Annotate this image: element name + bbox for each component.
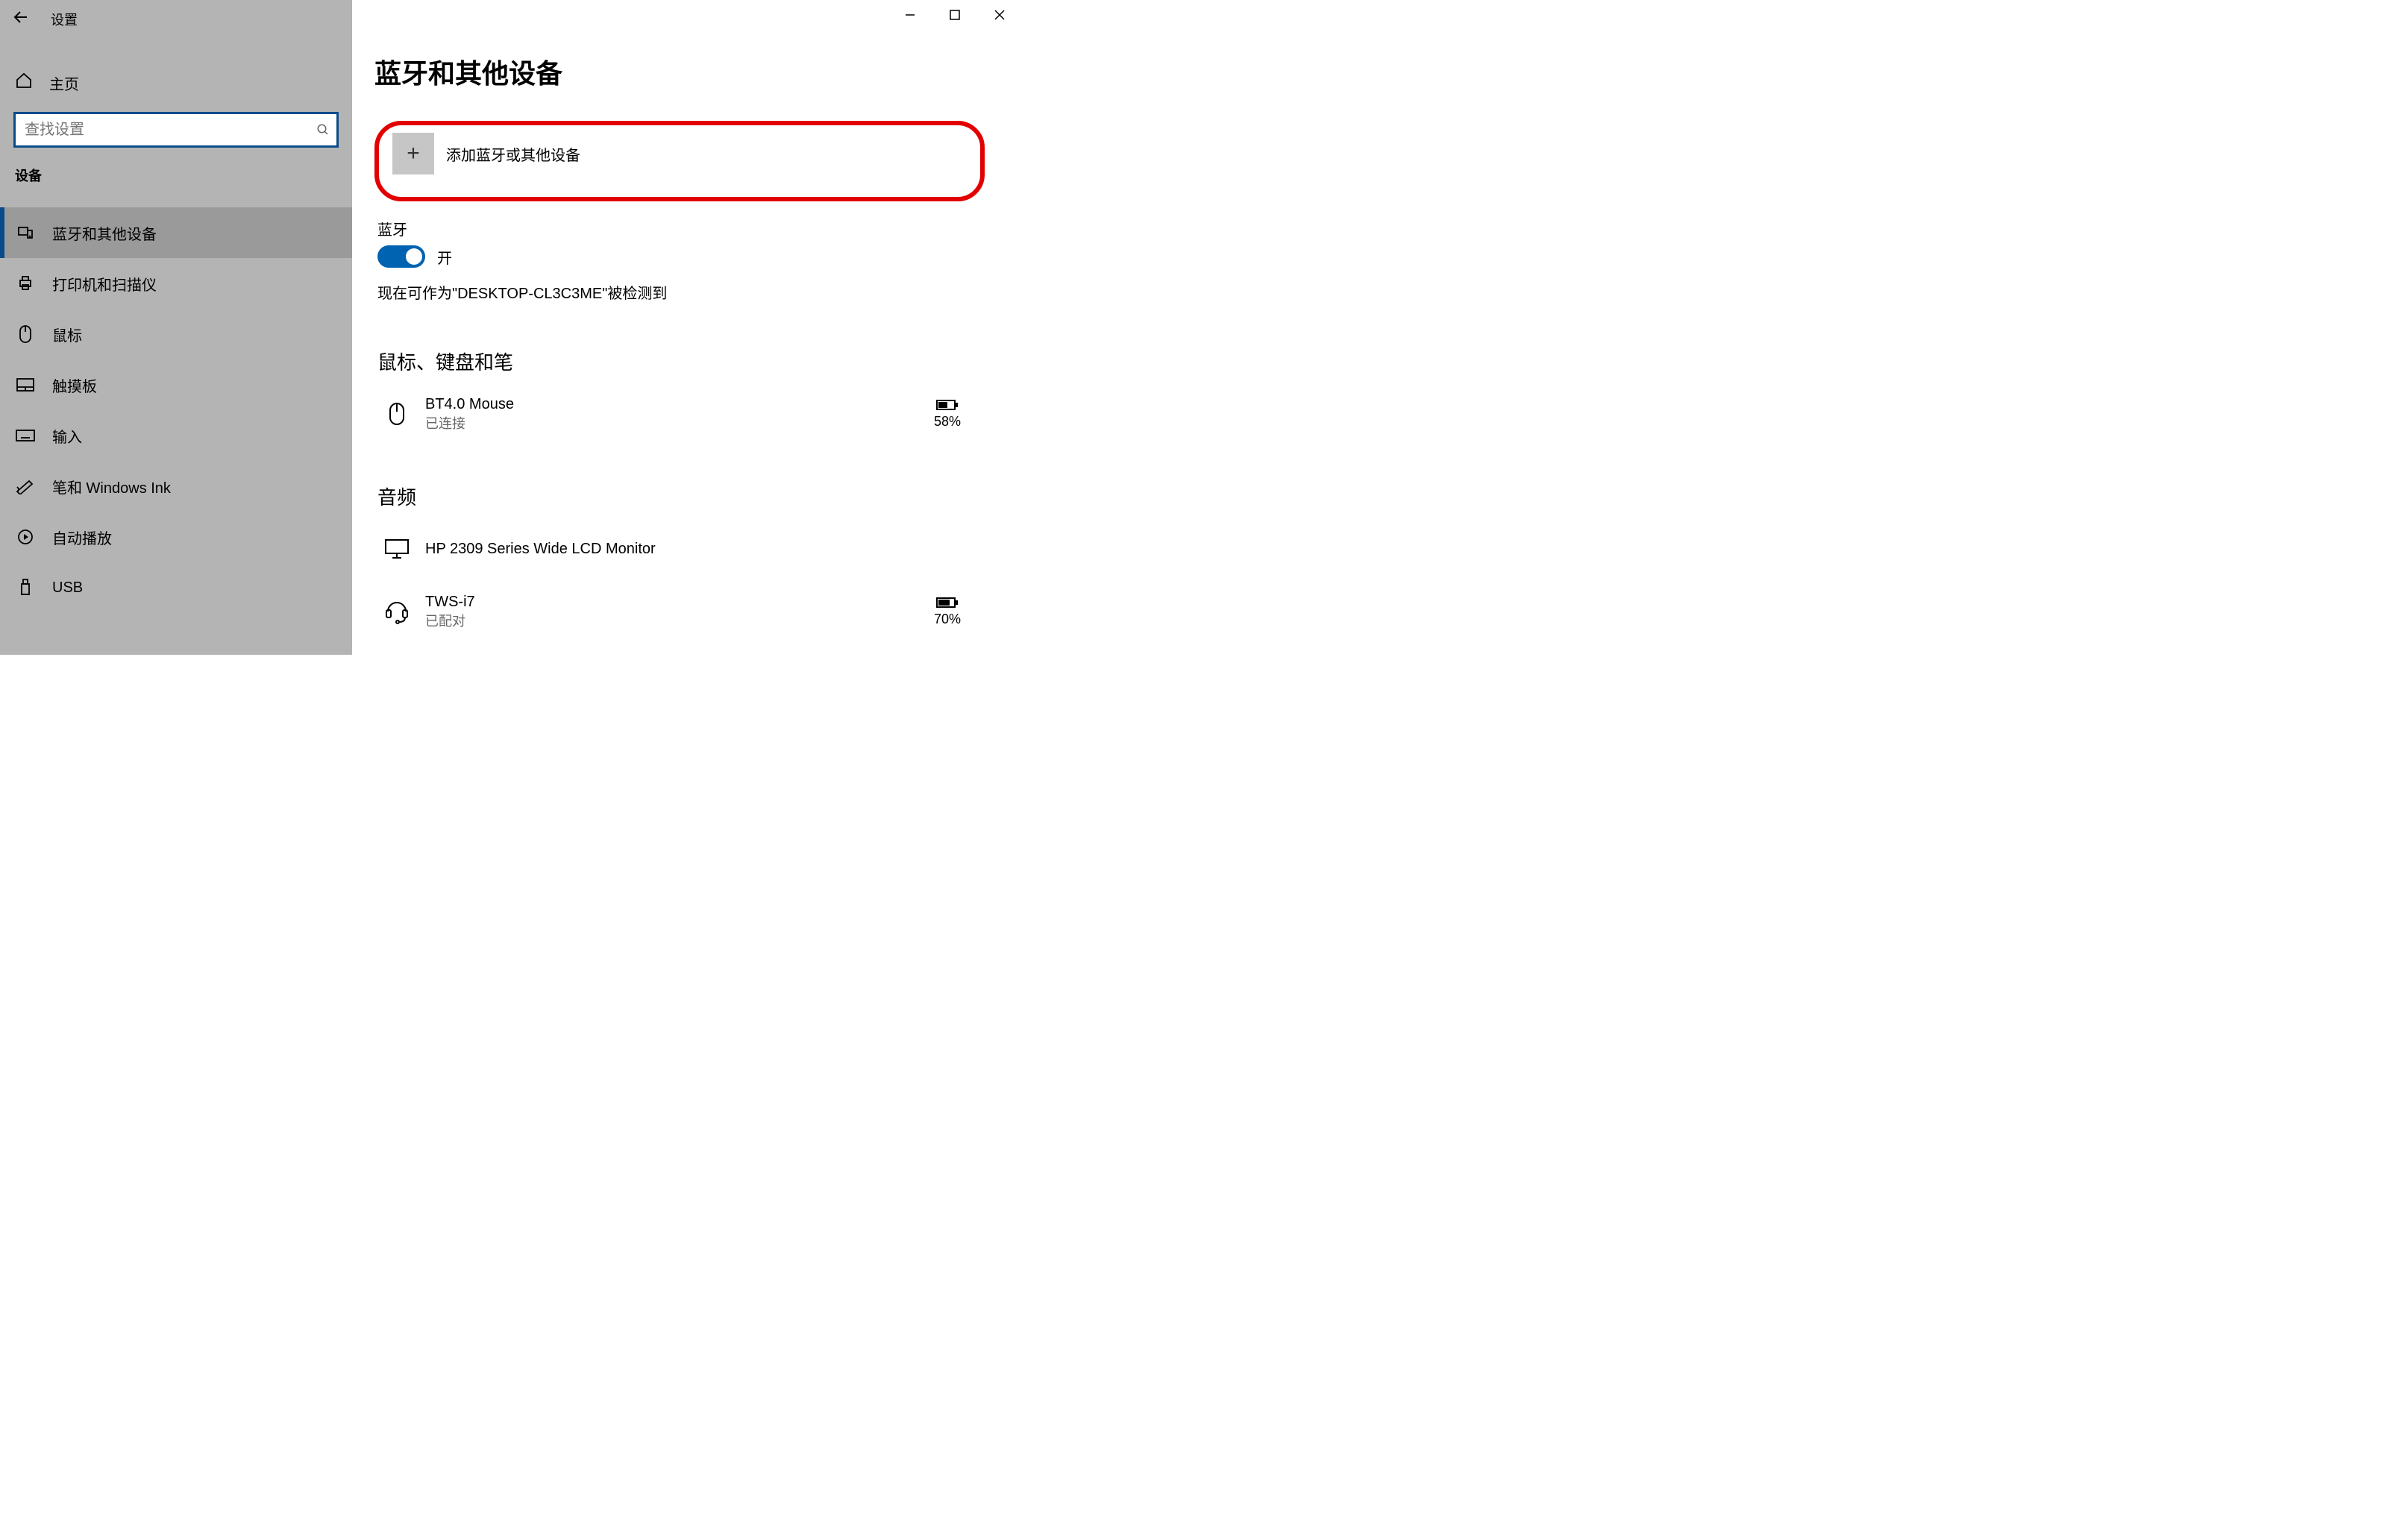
sidebar-item-label: 打印机和扫描仪 [52,273,157,295]
device-name: BT4.0 Mouse [425,396,912,413]
device-battery: 70% [925,597,970,627]
autoplay-icon [15,528,36,546]
sidebar-item-label: 笔和 Windows Ink [52,476,171,497]
mouse-icon [15,324,36,344]
battery-percent: 58% [934,414,961,430]
add-device-label: 添加蓝牙或其他设备 [446,143,580,165]
back-button[interactable] [12,8,30,31]
search-input-wrapper[interactable] [13,112,339,148]
sidebar-item-label: 自动播放 [52,527,112,548]
battery-icon [936,399,959,411]
headset-icon [382,598,412,625]
device-name: HP 2309 Series Wide LCD Monitor [425,541,970,558]
device-battery: 58% [925,399,970,430]
sidebar: 设置 主页 设备 蓝牙和其他设备 [0,0,352,655]
sidebar-item-autoplay[interactable]: 自动播放 [0,512,352,562]
discoverable-text: 现在可作为"DESKTOP-CL3C3ME"被检测到 [377,281,985,303]
home-icon [15,72,33,94]
keyboard-icon [15,429,36,442]
plus-icon: + [392,133,434,175]
device-name: TWS-i7 [425,594,912,611]
section-heading-audio: 音频 [377,483,985,510]
sidebar-item-label: 输入 [52,425,82,447]
add-device-highlight: + 添加蓝牙或其他设备 [374,121,985,201]
battery-icon [936,597,959,609]
search-input[interactable] [16,122,310,139]
main-content: 蓝牙和其他设备 + 添加蓝牙或其他设备 蓝牙 开 现在可作为"DESKTOP-C… [352,0,1022,655]
app-title: 设置 [51,10,78,29]
section-heading-input-devices: 鼠标、键盘和笔 [377,348,985,375]
touchpad-icon [15,377,36,392]
sidebar-nav-list: 蓝牙和其他设备 打印机和扫描仪 鼠标 触摸板 [0,207,352,613]
sidebar-category-label: 设备 [0,148,352,192]
bluetooth-section-label: 蓝牙 [377,218,985,239]
device-row[interactable]: TWS-i7 已配对 70% [374,588,985,635]
bluetooth-toggle-status: 开 [437,246,452,268]
mouse-icon [382,401,412,427]
sidebar-item-typing[interactable]: 输入 [0,410,352,461]
home-label: 主页 [49,72,79,94]
usb-icon [15,578,36,597]
sidebar-item-bluetooth-devices[interactable]: 蓝牙和其他设备 [0,207,352,258]
sidebar-item-mouse[interactable]: 鼠标 [0,309,352,359]
device-status: 已配对 [425,611,912,630]
sidebar-item-printers[interactable]: 打印机和扫描仪 [0,258,352,309]
battery-percent: 70% [934,612,961,627]
device-row[interactable]: BT4.0 Mouse 已连接 58% [374,390,985,438]
search-icon [310,123,336,136]
sidebar-item-touchpad[interactable]: 触摸板 [0,359,352,410]
printer-icon [15,274,36,292]
page-title: 蓝牙和其他设备 [374,52,985,91]
sidebar-item-usb[interactable]: USB [0,562,352,613]
sidebar-item-label: 蓝牙和其他设备 [52,222,157,244]
sidebar-item-label: 鼠标 [52,324,82,345]
add-device-button[interactable]: + 添加蓝牙或其他设备 [392,133,967,175]
device-status: 已连接 [425,413,912,433]
sidebar-item-label: USB [52,579,83,597]
device-row[interactable]: HP 2309 Series Wide LCD Monitor [374,525,985,573]
sidebar-item-pen[interactable]: 笔和 Windows Ink [0,461,352,512]
pen-icon [15,478,36,494]
monitor-icon [382,538,412,560]
sidebar-item-label: 触摸板 [52,374,97,396]
bluetooth-devices-icon [15,224,36,242]
sidebar-home[interactable]: 主页 [0,64,352,101]
bluetooth-toggle[interactable] [377,245,425,268]
